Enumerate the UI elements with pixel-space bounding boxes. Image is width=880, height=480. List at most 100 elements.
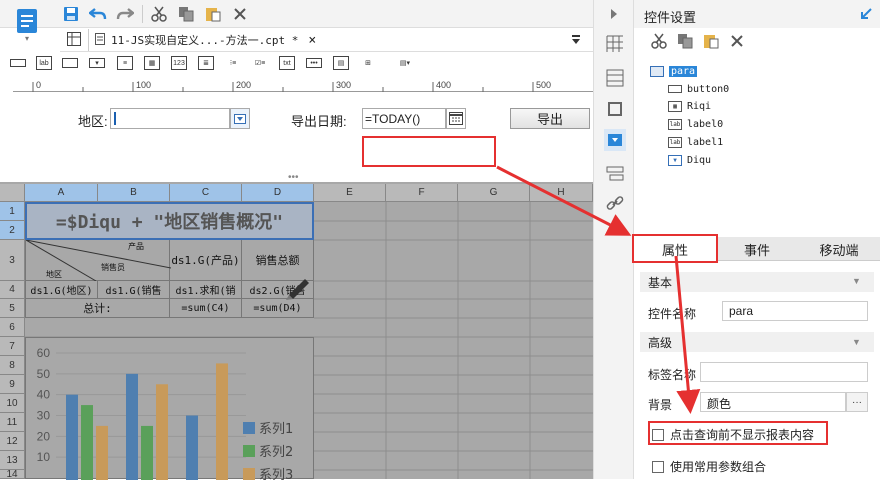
checkbox-icon[interactable]	[652, 461, 664, 473]
border-icon[interactable]	[604, 98, 626, 120]
tree-widget-icon[interactable]: ≡	[117, 56, 133, 70]
row-header[interactable]: 5	[0, 299, 25, 318]
checkbox-group-icon[interactable]: ☑≡	[252, 56, 268, 70]
tag-name-input[interactable]	[700, 362, 868, 382]
advanced-expand-icon[interactable]: ▼	[852, 337, 861, 347]
panel-toolbar	[634, 28, 880, 54]
background-more-button[interactable]: ···	[846, 392, 868, 412]
tree-item-label1[interactable]: lab label1	[668, 134, 723, 150]
label-widget-icon[interactable]: lab	[36, 56, 52, 70]
panel-copy-icon[interactable]	[676, 32, 694, 50]
cell-a4[interactable]: ds1.G(地区)	[25, 281, 98, 299]
row-header[interactable]: 3	[0, 240, 25, 281]
background-input[interactable]: 颜色	[700, 392, 846, 412]
text-area-icon[interactable]: txt	[279, 56, 295, 70]
more-widgets-icon[interactable]: ▤▾	[394, 56, 416, 70]
date-input[interactable]: =TODAY()	[362, 108, 446, 129]
button-widget-icon[interactable]	[62, 58, 78, 68]
advanced-section[interactable]: 高级	[648, 334, 672, 351]
panel-delete-icon[interactable]	[728, 32, 746, 50]
col-header[interactable]: B	[98, 184, 170, 202]
multi-file-icon[interactable]: ▤	[333, 56, 349, 70]
cell-c5[interactable]: =sum(C4)	[170, 299, 242, 318]
row-header[interactable]: 9	[0, 375, 25, 394]
row-header[interactable]: 14	[0, 470, 25, 479]
radio-group-icon[interactable]: ⁝≡	[225, 56, 241, 70]
col-header[interactable]: G	[458, 184, 530, 202]
background-label: 背景	[648, 396, 672, 413]
col-header[interactable]: C	[170, 184, 242, 202]
cell-attr-icon[interactable]	[604, 33, 626, 55]
diagonal-header-cell[interactable]: 产品 销售员 地区	[25, 240, 170, 281]
list-widget-icon[interactable]: ≣	[198, 56, 214, 70]
row-header[interactable]: 13	[0, 451, 25, 470]
row-header[interactable]: 8	[0, 356, 25, 375]
row-header[interactable]: 10	[0, 394, 25, 413]
sheet-corner	[0, 184, 25, 202]
widget-settings-icon[interactable]	[604, 129, 626, 151]
password-widget-icon[interactable]: •••	[306, 58, 322, 68]
cell-c4[interactable]: ds1.求和(销	[170, 281, 242, 299]
chart-container[interactable]: 605040302010系列1系列2系列3	[25, 337, 314, 479]
cut-icon[interactable]	[148, 4, 170, 24]
col-header[interactable]: H	[530, 184, 593, 202]
panel-cut-icon[interactable]	[650, 32, 668, 50]
editor-tab[interactable]: 11-JS实现自定义...-方法一.cpt * ×	[88, 29, 330, 51]
app-menu-icon[interactable]: ▾	[14, 4, 40, 46]
tree-item-riqi[interactable]: ▦ Riqi	[668, 98, 711, 114]
col-header[interactable]: E	[314, 184, 386, 202]
cell-element-icon[interactable]	[604, 67, 626, 89]
undo-icon[interactable]	[87, 4, 109, 24]
redo-icon[interactable]	[114, 4, 136, 24]
date-widget-icon[interactable]: ▦	[144, 56, 160, 70]
cell-b4[interactable]: ds1.G(销售	[98, 281, 170, 299]
number-widget-icon[interactable]: 123	[171, 56, 187, 70]
row-header[interactable]: 2	[0, 221, 25, 240]
row-header[interactable]: 11	[0, 413, 25, 432]
col-header[interactable]: A	[25, 184, 98, 202]
basic-section[interactable]: 基本	[648, 274, 672, 291]
save-icon[interactable]	[60, 4, 82, 24]
paste-icon[interactable]	[202, 4, 224, 24]
tree-item-para[interactable]: para	[650, 63, 697, 79]
calendar-icon[interactable]	[446, 108, 466, 129]
org-tree-icon[interactable]: ⊞	[360, 56, 376, 70]
collapse-arrow-icon[interactable]	[604, 6, 624, 22]
tree-item-label0[interactable]: lab label0	[668, 116, 723, 132]
ruler-mark: 0	[36, 80, 41, 90]
diqu-combo-input[interactable]	[110, 108, 230, 129]
textbox-widget-icon[interactable]	[10, 59, 26, 67]
panel-paste-icon[interactable]	[702, 32, 720, 50]
tab-events[interactable]: 事件	[716, 237, 798, 261]
grid-icon[interactable]	[66, 31, 82, 47]
tab-close-icon[interactable]: ×	[308, 33, 316, 48]
condition-attr-icon[interactable]	[604, 163, 626, 185]
title-cell[interactable]: =$Diqu + "地区销售概况"	[25, 202, 314, 240]
tree-item-button0[interactable]: button0	[668, 81, 729, 97]
row-header[interactable]: 12	[0, 432, 25, 451]
combo-dropdown-icon[interactable]	[230, 108, 250, 129]
row-header[interactable]: 1	[0, 202, 25, 221]
col-header[interactable]: D	[242, 184, 314, 202]
cell-c3[interactable]: ds1.G(产品)	[170, 240, 242, 281]
highlight-checkbox	[648, 421, 828, 445]
export-button[interactable]: 导出	[510, 108, 590, 129]
cell-d5[interactable]: =sum(D4)	[242, 299, 314, 318]
tab-mobile[interactable]: 移动端	[798, 237, 880, 261]
basic-expand-icon[interactable]: ▼	[852, 276, 861, 286]
col-header[interactable]: F	[386, 184, 458, 202]
widget-name-input[interactable]: para	[722, 301, 868, 321]
tree-item-diqu[interactable]: ▼ Diqu	[668, 152, 711, 168]
common-params-row[interactable]: 使用常用参数组合	[652, 458, 766, 475]
row-header[interactable]: 7	[0, 337, 25, 356]
combo-widget-icon[interactable]: ▾	[89, 58, 105, 68]
row-header[interactable]: 4	[0, 281, 25, 299]
delete-icon[interactable]	[229, 4, 251, 24]
tab-menu-icon[interactable]	[568, 32, 584, 48]
hyperlink-icon[interactable]	[604, 192, 626, 214]
cell-a5[interactable]: 总计:	[25, 299, 170, 318]
pin-icon[interactable]	[858, 6, 874, 22]
ruler-mark: 300	[336, 80, 351, 90]
row-header[interactable]: 6	[0, 318, 25, 337]
copy-icon[interactable]	[175, 4, 197, 24]
